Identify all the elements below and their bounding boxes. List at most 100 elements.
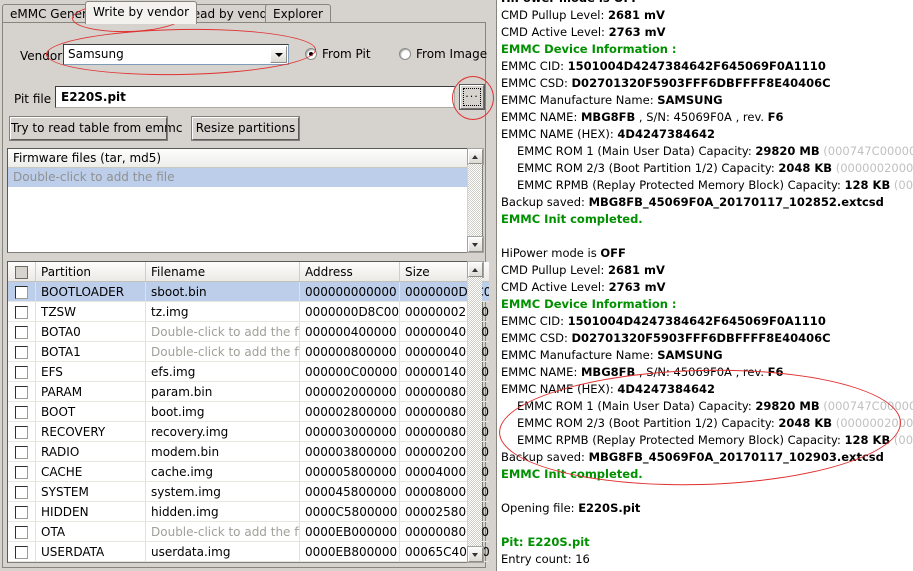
browse-pit-file-button[interactable]: ... bbox=[459, 84, 485, 110]
pitfile-input[interactable]: E220S.pit bbox=[55, 86, 455, 108]
row-checkbox-cell[interactable] bbox=[8, 381, 36, 402]
cell-filename[interactable]: userdata.img bbox=[145, 541, 300, 562]
row-checkbox-cell[interactable] bbox=[8, 501, 36, 522]
cell-filename[interactable]: cache.img bbox=[145, 461, 300, 482]
row-checkbox-cell[interactable] bbox=[8, 321, 36, 342]
cell-filename[interactable]: param.bin bbox=[145, 381, 300, 402]
cell-address[interactable]: 0000EB000000 bbox=[299, 521, 400, 542]
cell-partition[interactable]: RECOVERY bbox=[35, 421, 146, 442]
scrollbar-track[interactable] bbox=[468, 277, 482, 547]
scroll-down-icon[interactable] bbox=[467, 546, 484, 563]
radio-button-icon[interactable] bbox=[305, 48, 317, 60]
column-header-address[interactable]: Address bbox=[299, 262, 400, 282]
cell-address[interactable]: 000002000000 bbox=[299, 381, 400, 402]
row-checkbox-cell[interactable] bbox=[8, 401, 36, 422]
cell-partition[interactable]: EFS bbox=[35, 361, 146, 382]
checkbox-icon[interactable] bbox=[15, 325, 28, 339]
table-row[interactable]: RECOVERY recovery.img 000003000000 00000080… bbox=[8, 421, 489, 442]
scroll-down-icon[interactable] bbox=[467, 236, 484, 253]
chevron-down-icon[interactable] bbox=[270, 46, 287, 63]
cell-address[interactable]: 000002800000 bbox=[299, 401, 400, 422]
cell-partition[interactable]: OTA bbox=[35, 521, 146, 542]
cell-filename[interactable]: system.img bbox=[145, 481, 300, 502]
column-header-partition[interactable]: Partition bbox=[35, 262, 146, 282]
cell-address[interactable]: 0000000D8C00 bbox=[299, 301, 400, 322]
checkbox-icon[interactable] bbox=[15, 345, 28, 359]
cell-address[interactable]: 0000EB800000 bbox=[299, 541, 400, 562]
cell-address[interactable]: 000005800000 bbox=[299, 461, 400, 482]
checkbox-icon[interactable] bbox=[15, 265, 28, 279]
cell-filename[interactable]: hidden.img bbox=[145, 501, 300, 522]
firmware-files-placeholder-row[interactable]: Double-click to add the file bbox=[8, 168, 469, 187]
table-row[interactable]: HIDDEN hidden.img 0000C5800000 000025800000 bbox=[8, 501, 489, 522]
cell-partition[interactable]: HIDDEN bbox=[35, 501, 146, 522]
tab-write-by-vendor[interactable]: Write by vendor bbox=[85, 1, 198, 24]
cell-address[interactable]: 000000C00000 bbox=[299, 361, 400, 382]
read-table-from-emmc-button[interactable]: Try to read table from emmc bbox=[9, 116, 182, 141]
table-row[interactable]: USERDATA userdata.img 0000EB800000 00065C40… bbox=[8, 541, 489, 562]
partition-table-scrollbar[interactable] bbox=[467, 261, 484, 563]
row-checkbox-cell[interactable] bbox=[8, 461, 36, 482]
row-checkbox-cell[interactable] bbox=[8, 481, 36, 502]
cell-filename[interactable]: Double-click to add the file bbox=[145, 321, 300, 342]
row-checkbox-cell[interactable] bbox=[8, 441, 36, 462]
scroll-up-icon[interactable] bbox=[467, 261, 484, 278]
cell-filename[interactable]: efs.img bbox=[145, 361, 300, 382]
cell-partition[interactable]: BOOT bbox=[35, 401, 146, 422]
checkbox-icon[interactable] bbox=[15, 465, 28, 479]
firmware-scrollbar[interactable] bbox=[467, 148, 484, 253]
row-checkbox-cell[interactable] bbox=[8, 521, 36, 542]
checkbox-icon[interactable] bbox=[15, 445, 28, 459]
log-pane[interactable]: HiPower mode is OFFCMD Pullup Level: 268… bbox=[496, 0, 913, 571]
table-row[interactable]: BOOT boot.img 000002800000 000000800000 bbox=[8, 401, 489, 422]
checkbox-icon[interactable] bbox=[15, 405, 28, 419]
table-row[interactable]: BOOTLOADER sboot.bin 000000000000 0000000D8… bbox=[8, 281, 489, 302]
pane-splitter[interactable] bbox=[489, 0, 496, 571]
table-row[interactable]: CACHE cache.img 000005800000 000040000000 bbox=[8, 461, 489, 482]
checkbox-icon[interactable] bbox=[15, 485, 28, 499]
cell-partition[interactable]: TZSW bbox=[35, 301, 146, 322]
checkbox-icon[interactable] bbox=[15, 505, 28, 519]
row-checkbox-cell[interactable] bbox=[8, 341, 36, 362]
firmware-files-list[interactable]: Firmware files (tar, md5) Double-click t… bbox=[7, 148, 484, 253]
scrollbar-track[interactable] bbox=[468, 164, 482, 237]
row-checkbox-cell[interactable] bbox=[8, 361, 36, 382]
checkbox-icon[interactable] bbox=[15, 305, 28, 319]
checkbox-icon[interactable] bbox=[15, 365, 28, 379]
scroll-up-icon[interactable] bbox=[467, 148, 484, 165]
cell-address[interactable]: 000045800000 bbox=[299, 481, 400, 502]
cell-address[interactable]: 000003800000 bbox=[299, 441, 400, 462]
table-row[interactable]: BOTA1 Double-click to add the file 0000008… bbox=[8, 341, 489, 362]
cell-filename[interactable]: sboot.bin bbox=[145, 281, 300, 302]
cell-address[interactable]: 000000800000 bbox=[299, 341, 400, 362]
cell-address[interactable]: 000000400000 bbox=[299, 321, 400, 342]
cell-filename[interactable]: boot.img bbox=[145, 401, 300, 422]
row-checkbox-cell[interactable] bbox=[8, 421, 36, 442]
radio-button-icon[interactable] bbox=[399, 48, 411, 60]
cell-address[interactable]: 000000000000 bbox=[299, 281, 400, 302]
select-all-header[interactable] bbox=[8, 262, 36, 282]
cell-filename[interactable]: modem.bin bbox=[145, 441, 300, 462]
checkbox-icon[interactable] bbox=[15, 385, 28, 399]
resize-partitions-button[interactable]: Resize partitions bbox=[191, 116, 300, 141]
cell-filename[interactable]: recovery.img bbox=[145, 421, 300, 442]
row-checkbox-cell[interactable] bbox=[8, 281, 36, 302]
cell-partition[interactable]: PARAM bbox=[35, 381, 146, 402]
cell-address[interactable]: 000003000000 bbox=[299, 421, 400, 442]
row-checkbox-cell[interactable] bbox=[8, 301, 36, 322]
checkbox-icon[interactable] bbox=[15, 545, 28, 559]
cell-partition[interactable]: SYSTEM bbox=[35, 481, 146, 502]
table-row[interactable]: BOTA0 Double-click to add the file 0000004… bbox=[8, 321, 489, 342]
cell-partition[interactable]: BOTA0 bbox=[35, 321, 146, 342]
column-header-filename[interactable]: Filename bbox=[145, 262, 300, 282]
cell-partition[interactable]: BOTA1 bbox=[35, 341, 146, 362]
cell-partition[interactable]: USERDATA bbox=[35, 541, 146, 562]
cell-partition[interactable]: RADIO bbox=[35, 441, 146, 462]
table-row[interactable]: EFS efs.img 000000C00000 000001400000 bbox=[8, 361, 489, 382]
row-checkbox-cell[interactable] bbox=[8, 541, 36, 562]
cell-filename[interactable]: Double-click to add the file bbox=[145, 341, 300, 362]
cell-address[interactable]: 0000C5800000 bbox=[299, 501, 400, 522]
table-row[interactable]: PARAM param.bin 000002000000 000000800000 bbox=[8, 381, 489, 402]
table-row[interactable]: TZSW tz.img 0000000D8C00 000000027000 bbox=[8, 301, 489, 322]
table-row[interactable]: OTA Double-click to add the file 0000EB000… bbox=[8, 521, 489, 542]
